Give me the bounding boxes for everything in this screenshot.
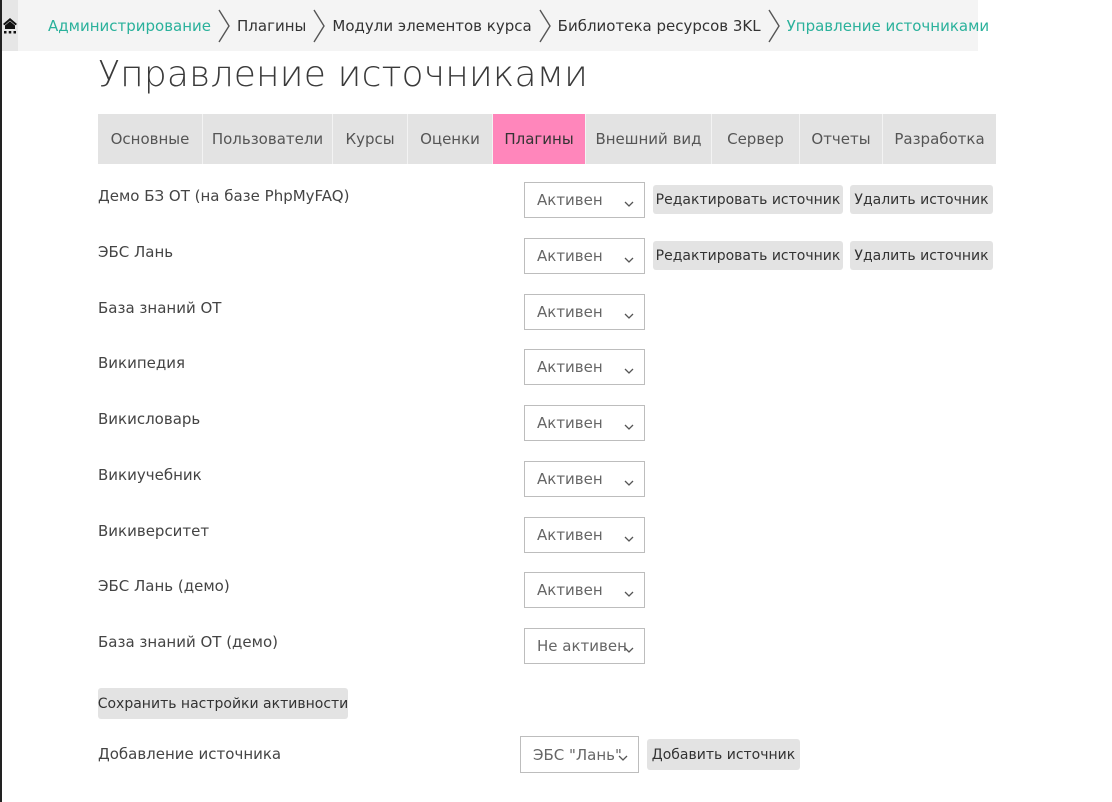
source-name: ЭБС Лань <box>98 243 174 261</box>
chevron-down-icon <box>624 251 634 269</box>
chevron-right-icon <box>211 0 237 51</box>
breadcrumb-item-library[interactable]: Библиотека ресурсов 3KL <box>532 0 761 51</box>
breadcrumb-link-plugins[interactable]: Плагины <box>237 17 306 35</box>
status-select[interactable]: Активен <box>524 238 645 274</box>
status-value: Активен <box>537 358 603 376</box>
source-row: Википедия Активен <box>98 349 998 385</box>
source-row: База знаний ОТ Активен <box>98 294 998 330</box>
tab-courses[interactable]: Курсы <box>333 114 408 164</box>
status-select[interactable]: Активен <box>524 349 645 385</box>
chevron-down-icon <box>624 307 634 325</box>
source-row: Демо БЗ ОТ (на базе PhpMyFAQ) Активен Ре… <box>98 182 998 218</box>
breadcrumb-item-plugins[interactable]: Плагины <box>211 0 306 51</box>
source-row: Викиучебник Активен <box>98 461 998 497</box>
chevron-down-icon <box>624 195 634 213</box>
delete-source-button[interactable]: Удалить источник <box>850 241 993 270</box>
edit-source-button[interactable]: Редактировать источник <box>653 185 843 214</box>
source-name: Викиверситет <box>98 522 210 540</box>
source-row: Викиверситет Активен <box>98 517 998 553</box>
status-value: Активен <box>537 526 603 544</box>
source-name: Викисловарь <box>98 410 201 428</box>
status-value: Активен <box>537 470 603 488</box>
tab-general[interactable]: Основные <box>98 114 203 164</box>
breadcrumb-item-current: Управление источниками <box>761 0 990 51</box>
status-value: Активен <box>537 414 603 432</box>
status-value: Активен <box>537 581 603 599</box>
chevron-right-icon <box>761 0 787 51</box>
chevron-down-icon <box>624 585 634 603</box>
source-type-select[interactable]: ЭБС "Лань" <box>520 736 639 773</box>
source-row: Викисловарь Активен <box>98 405 998 441</box>
save-activity-settings-button[interactable]: Сохранить настройки активности <box>98 688 348 719</box>
source-row: ЭБС Лань (демо) Активен <box>98 572 998 608</box>
status-value: Не активен <box>537 637 627 655</box>
chevron-down-icon <box>624 418 634 436</box>
status-value: Активен <box>537 247 603 265</box>
source-name: База знаний ОТ <box>98 299 222 317</box>
breadcrumb-link-admin[interactable]: Администрирование <box>48 17 211 35</box>
tab-grades[interactable]: Оценки <box>408 114 493 164</box>
source-name: Демо БЗ ОТ (на базе PhpMyFAQ) <box>98 187 350 205</box>
tab-server[interactable]: Сервер <box>712 114 800 164</box>
tab-development[interactable]: Разработка <box>883 114 996 164</box>
source-row: База знаний ОТ (демо) Не активен <box>98 628 998 664</box>
window-left-edge <box>0 0 2 802</box>
tab-plugins[interactable]: Плагины <box>493 114 586 164</box>
page-title: Управление источниками <box>98 54 588 95</box>
add-source-label: Добавление источника <box>98 745 282 763</box>
add-source-button[interactable]: Добавить источник <box>647 739 800 770</box>
breadcrumb-home[interactable] <box>2 0 18 51</box>
breadcrumb-link-library[interactable]: Библиотека ресурсов 3KL <box>558 17 761 35</box>
delete-source-button[interactable]: Удалить источник <box>850 185 993 214</box>
chevron-down-icon <box>624 362 634 380</box>
chevron-right-icon <box>306 0 332 51</box>
tab-appearance[interactable]: Внешний вид <box>586 114 712 164</box>
status-value: Активен <box>537 191 603 209</box>
status-select[interactable]: Активен <box>524 294 645 330</box>
edit-source-button[interactable]: Редактировать источник <box>653 241 843 270</box>
add-source-row: Добавление источника ЭБС "Лань" Добавить… <box>98 736 998 773</box>
tab-users[interactable]: Пользователи <box>203 114 333 164</box>
breadcrumb-current-label: Управление источниками <box>786 16 990 35</box>
status-select[interactable]: Активен <box>524 182 645 218</box>
breadcrumb: Администрирование Плагины Модули элемент… <box>2 0 989 51</box>
breadcrumb-item-admin[interactable]: Администрирование <box>18 0 211 51</box>
home-icon <box>2 17 18 35</box>
source-name: ЭБС Лань (демо) <box>98 577 230 595</box>
chevron-right-icon <box>532 0 558 51</box>
breadcrumb-item-modules[interactable]: Модули элементов курса <box>306 0 532 51</box>
admin-tabs: Основные Пользователи Курсы Оценки Плаги… <box>98 114 996 164</box>
chevron-down-icon <box>618 749 628 767</box>
status-select[interactable]: Активен <box>524 405 645 441</box>
status-select[interactable]: Активен <box>524 461 645 497</box>
status-value: Активен <box>537 303 603 321</box>
chevron-right-icon <box>18 0 48 51</box>
chevron-down-icon <box>624 530 634 548</box>
source-type-value: ЭБС "Лань" <box>533 745 622 764</box>
source-name: Википедия <box>98 354 186 372</box>
source-row: ЭБС Лань Активен Редактировать источник … <box>98 238 998 274</box>
source-name: База знаний ОТ (демо) <box>98 633 278 651</box>
chevron-down-icon <box>624 641 634 659</box>
chevron-down-icon <box>624 474 634 492</box>
tab-reports[interactable]: Отчеты <box>800 114 883 164</box>
breadcrumb-link-modules[interactable]: Модули элементов курса <box>332 17 531 35</box>
source-name: Викиучебник <box>98 466 202 484</box>
status-select[interactable]: Не активен <box>524 628 645 664</box>
status-select[interactable]: Активен <box>524 572 645 608</box>
status-select[interactable]: Активен <box>524 517 645 553</box>
